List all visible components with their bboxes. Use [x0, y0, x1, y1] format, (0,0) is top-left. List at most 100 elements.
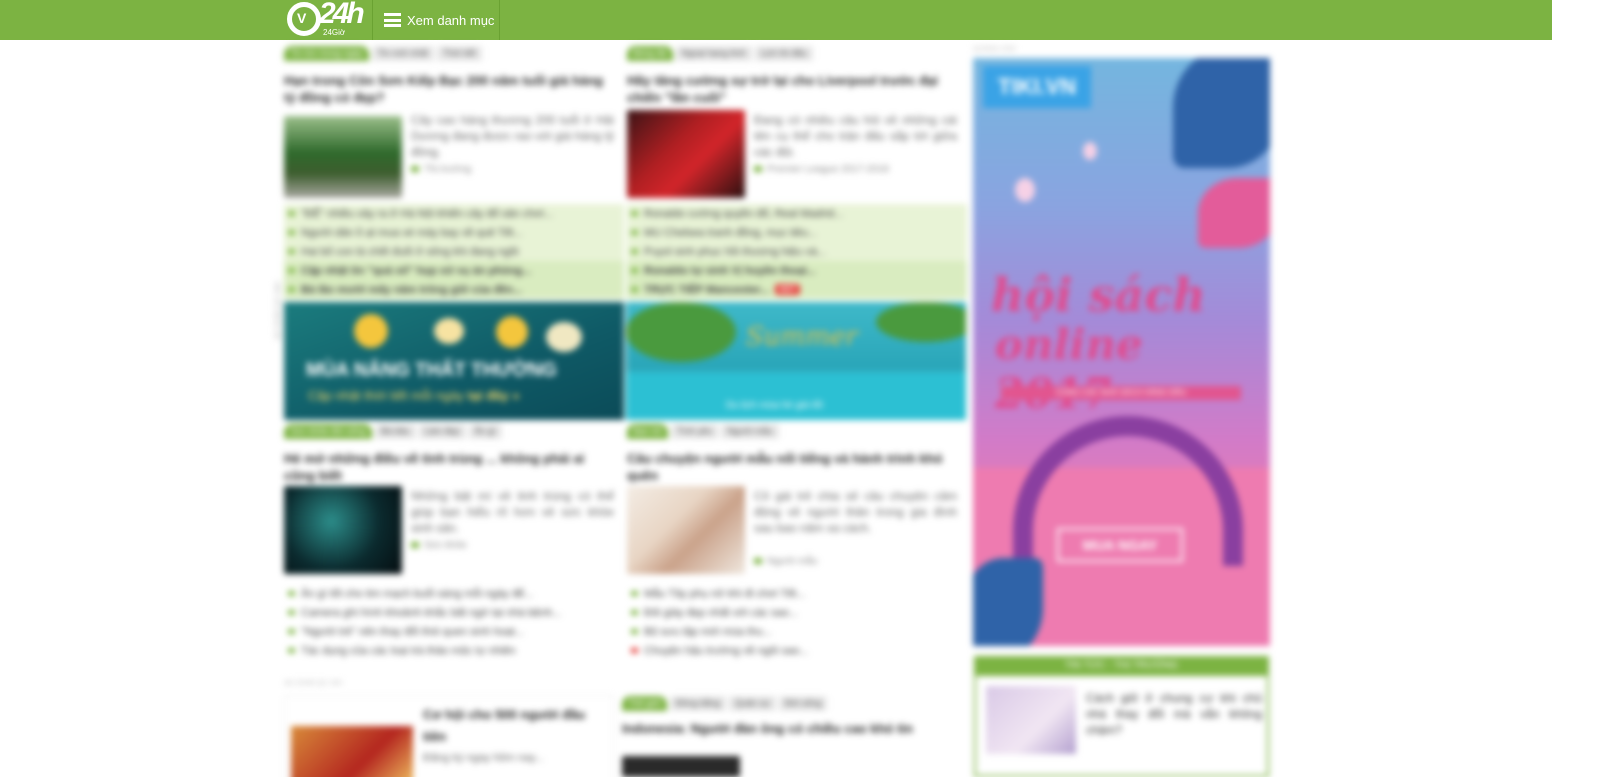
tag[interactable]: Tin mới nhất — [371, 46, 434, 61]
box-header[interactable]: TIN TỨC - THỊ TRƯỜNG — [976, 656, 1267, 676]
list-item[interactable]: Bộ sưu tập mới mùa thu... — [627, 622, 957, 641]
square-bullet-icon — [288, 211, 295, 216]
promo-image — [291, 726, 413, 777]
square-bullet-icon — [288, 591, 295, 596]
list-item[interactable]: Chuyện hậu trường về ngôi sao... — [627, 641, 957, 660]
article-summary: Những bật mí về tinh trùng có thể giúp b… — [411, 489, 614, 535]
article-summary: Cây cao hàng thương 200 tuổi ở Hải Dương… — [411, 113, 614, 159]
tag[interactable]: Người mẫu — [721, 424, 779, 439]
travel-banner[interactable]: Summer Du lịch mùa hè giá tốt — [626, 302, 966, 420]
banner-title: MÙA NẮNG THẤT THƯỜNG — [306, 360, 557, 381]
article-summary[interactable]: Cách giữ ở chung cư khi chủ nhà thay đổi… — [1086, 690, 1262, 738]
category-menu-button[interactable]: Xem danh mục — [384, 0, 494, 40]
list-item[interactable]: MU Chelsea tranh đồng, mục tiêu... — [627, 223, 967, 242]
article-category[interactable]: Sức khỏe — [411, 540, 467, 551]
sea-graphic — [626, 372, 966, 420]
tiki-logo: TIKI.VN — [983, 66, 1091, 108]
leaf-graphic — [1173, 58, 1270, 168]
headline[interactable]: Indonesia: Người đàn ông có chiều cao kh… — [622, 720, 942, 737]
list-item[interactable]: Tác dụng của các loại trà thảo mộc tự nh… — [284, 641, 614, 660]
square-bullet-icon — [631, 268, 638, 273]
list-item[interactable]: Hai bố con bị chết đuối ở sông khi đang … — [284, 242, 624, 261]
list-item[interactable]: Camera ghi hình khoảnh khắc bất ngờ tại … — [284, 603, 614, 622]
hamburger-icon — [384, 13, 401, 27]
tag[interactable]: Quân sự — [728, 696, 777, 711]
tag-primary[interactable]: Sức khỏe đời sống — [284, 424, 372, 439]
square-bullet-icon — [631, 287, 638, 292]
list-item[interactable]: Đôi giày đẹp nhất với các sao... — [627, 603, 957, 622]
tag[interactable]: Đồng bằng — [669, 696, 726, 711]
list-item[interactable]: "Người trẻ" nên thay đổi thói quen sinh … — [284, 622, 614, 641]
article-summary: Đang có nhiều câu hỏi về những cái tên c… — [754, 113, 957, 159]
tag-row: Thế giới Đồng bằng Quân sự Đời sống — [622, 696, 828, 711]
article-thumbnail[interactable] — [986, 686, 1076, 754]
moon-icon — [546, 322, 582, 352]
square-bullet-icon — [288, 230, 295, 235]
headline[interactable]: Hạn trong Côn Sơn Kiếp Bạc 200 năm tuổi … — [284, 72, 604, 106]
headline[interactable]: Câu chuyện người mẫu nổi tiếng và hành t… — [627, 450, 947, 484]
promo-card[interactable]: Cơ hội cho 500 người đầu tiên Đăng ký ng… — [284, 695, 614, 777]
ad-zone-label: AD ZONE QC 24H — [284, 680, 343, 687]
tag[interactable]: Làm đẹp — [418, 424, 466, 439]
square-bullet-icon — [631, 211, 638, 216]
article-thumbnail[interactable] — [284, 486, 402, 574]
link-list: Ăn gì tốt cho tim mạch buổi sáng mỗi ngà… — [284, 584, 614, 660]
site-logo[interactable]: V 24h 24Giờ — [283, 0, 371, 40]
list-item[interactable]: Ronaldo tự sinh Vị huyền thoại... — [627, 261, 967, 280]
list-item[interactable]: Mẫu Tây phụ nữ khi đi chơi Tết... — [627, 584, 957, 603]
tag-row: Tin tức trong ngày Tin mới nhất Thời tiế… — [284, 46, 482, 61]
article-category[interactable]: Người mẫu — [754, 556, 818, 567]
tag[interactable]: Ăn gì — [468, 424, 502, 439]
leaf-graphic — [973, 558, 1043, 646]
tag[interactable]: Bà bầu — [374, 424, 416, 439]
tag-row: Sức khỏe đời sống Bà bầu Làm đẹp Ăn gì — [284, 424, 502, 439]
sun-icon — [354, 314, 388, 348]
square-bullet-icon — [288, 610, 295, 615]
article-category[interactable]: Thị trường — [411, 164, 471, 175]
list-item[interactable]: Ăn gì tốt cho tim mạch buổi sáng mỗi ngà… — [284, 584, 614, 603]
link-list: Ronaldo cường quyền đổ, Real Madrid... M… — [627, 204, 967, 299]
list-item[interactable]: Bà lão mười mấy năm trông giữ của đền... — [284, 280, 624, 299]
headline[interactable]: Hãy tăng cường sự trở lại cho Liverpool … — [627, 72, 947, 106]
list-item[interactable]: Người dân ồ ạt mua vé máy bay về quê Tết… — [284, 223, 624, 242]
tag-primary[interactable]: Tin tức trong ngày — [284, 46, 369, 61]
link-list: "ĐỂ" nhiều xảy ra ở Hà Nội khiến cây đổ … — [284, 204, 624, 299]
tag[interactable]: Thời tiết — [436, 46, 482, 61]
list-item[interactable]: TRỰC TIẾP Mancester... HOT — [627, 280, 967, 299]
ad-zone-label: AD ZONE QC 24H — [275, 281, 282, 340]
headline[interactable]: Hé mở những điều về tinh trùng ... không… — [284, 450, 604, 484]
list-item[interactable]: "ĐỂ" nhiều xảy ra ở Hà Nội khiến cây đổ … — [284, 204, 624, 223]
promo-subtitle: Đăng ký ngay hôm nay... — [423, 752, 544, 764]
tag[interactable]: Ngoại hạng Anh — [675, 46, 752, 61]
tag-primary[interactable]: Bóng đá — [627, 46, 673, 61]
list-item[interactable]: Ronaldo cường quyền đổ, Real Madrid... — [627, 204, 967, 223]
ad-title-line2: online 2017 — [995, 320, 1143, 418]
article-thumbnail[interactable] — [622, 756, 740, 777]
top-navbar: V 24h 24Giờ Xem danh mục — [0, 0, 1552, 40]
ad-strip: CÙNG CÁC NHÀ SÁCH HÀNG ĐẦU — [1001, 386, 1241, 400]
article-thumbnail[interactable] — [284, 116, 402, 198]
tag-primary[interactable]: Thế giới — [622, 696, 667, 711]
island-graphic — [626, 302, 736, 362]
cloud-sun-icon — [434, 318, 464, 344]
article-thumbnail[interactable] — [627, 110, 745, 198]
navbar-divider — [499, 0, 500, 40]
menu-label: Xem danh mục — [407, 12, 495, 28]
list-item[interactable]: Puyol sinh phục hồi thượng hiệu và... — [627, 242, 967, 261]
tag-row: Bóng đá Ngoại hạng Anh Lịch thi đấu — [627, 46, 813, 61]
tag[interactable]: Tình yêu — [671, 424, 719, 439]
weather-banner[interactable]: MÙA NẮNG THẤT THƯỜNG Cập nhật thời tiết … — [284, 302, 624, 420]
article-category[interactable]: Premier League 2017-2018 — [754, 164, 889, 175]
leaf-graphic — [1198, 178, 1270, 248]
tiki-advertisement[interactable]: TIKI.VN hội sách online 2017 CÙNG CÁC NH… — [973, 58, 1270, 646]
buy-now-button[interactable]: MUA NGAY — [1057, 528, 1183, 562]
tag[interactable]: Đời sống — [779, 696, 828, 711]
square-bullet-icon — [288, 287, 295, 292]
square-bullet-icon — [288, 268, 295, 273]
article-thumbnail[interactable] — [627, 486, 745, 574]
tag[interactable]: Lịch thi đấu — [754, 46, 813, 61]
logo-text: 24h — [319, 0, 365, 30]
tag-primary[interactable]: Bạn trẻ — [627, 424, 669, 439]
list-item[interactable]: Cập nhật tin "quá số" họp xử vụ án phòng… — [284, 261, 624, 280]
square-bullet-icon — [631, 230, 638, 235]
